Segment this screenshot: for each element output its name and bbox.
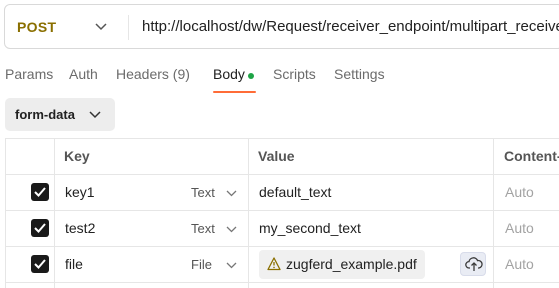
tab-settings[interactable]: Settings — [334, 66, 385, 82]
tab-scripts[interactable]: Scripts — [273, 66, 316, 82]
cloud-upload-icon — [465, 257, 483, 271]
chevron-down-icon — [226, 262, 237, 269]
url-input[interactable]: http://localhost/dw/Request/receiver_end… — [142, 18, 559, 35]
request-url-bar: POST http://localhost/dw/Request/receive… — [4, 4, 559, 49]
upload-file-button[interactable] — [460, 252, 486, 276]
row-divider — [6, 282, 559, 283]
row-type-label[interactable]: Text — [191, 185, 215, 200]
chevron-down-icon — [89, 111, 101, 119]
tab-body[interactable]: Body — [213, 66, 245, 82]
row-enable-checkbox[interactable] — [31, 183, 49, 201]
tab-auth[interactable]: Auth — [69, 66, 98, 82]
row-type-label[interactable]: File — [191, 257, 212, 272]
column-header-key: Key — [64, 148, 90, 164]
file-name: zugferd_example.pdf — [286, 256, 417, 272]
row-value[interactable]: default_text — [259, 184, 331, 200]
column-header-value: Value — [258, 148, 295, 164]
method-dropdown[interactable]: POST — [5, 5, 128, 48]
row-content-type[interactable]: Auto — [505, 256, 534, 272]
chevron-down-icon — [226, 226, 237, 233]
warning-triangle-icon — [267, 257, 281, 271]
row-divider — [6, 210, 559, 211]
column-divider — [54, 139, 55, 288]
column-divider — [248, 139, 249, 288]
row-content-type[interactable]: Auto — [505, 184, 534, 200]
column-header-content-type: Content- — [504, 148, 559, 164]
active-tab-underline — [213, 91, 256, 93]
body-type-label: form-data — [15, 107, 75, 122]
chevron-down-icon — [95, 23, 107, 31]
row-enable-checkbox[interactable] — [31, 255, 49, 273]
body-indicator-dot — [248, 73, 254, 79]
row-key[interactable]: file — [65, 256, 83, 272]
check-icon — [34, 223, 46, 233]
file-chip[interactable]: zugferd_example.pdf — [259, 250, 425, 279]
row-content-type[interactable]: Auto — [505, 220, 534, 236]
row-enable-checkbox[interactable] — [31, 219, 49, 237]
column-divider — [493, 139, 494, 288]
method-label: POST — [17, 19, 57, 35]
row-key[interactable]: test2 — [65, 220, 95, 236]
row-divider — [6, 174, 559, 175]
row-key[interactable]: key1 — [65, 184, 95, 200]
url-divider — [128, 15, 129, 40]
body-type-dropdown[interactable]: form-data — [5, 98, 115, 131]
row-divider — [6, 246, 559, 247]
request-tabs: Params Auth Headers (9) Body Scripts Set… — [0, 60, 559, 94]
tab-headers[interactable]: Headers (9) — [116, 66, 190, 82]
row-value[interactable]: my_second_text — [259, 220, 361, 236]
form-data-table: Key Value Content- key1 Text default_tex… — [5, 138, 559, 288]
tab-params[interactable]: Params — [5, 66, 53, 82]
row-type-label[interactable]: Text — [191, 221, 215, 236]
chevron-down-icon — [226, 190, 237, 197]
check-icon — [34, 259, 46, 269]
check-icon — [34, 187, 46, 197]
